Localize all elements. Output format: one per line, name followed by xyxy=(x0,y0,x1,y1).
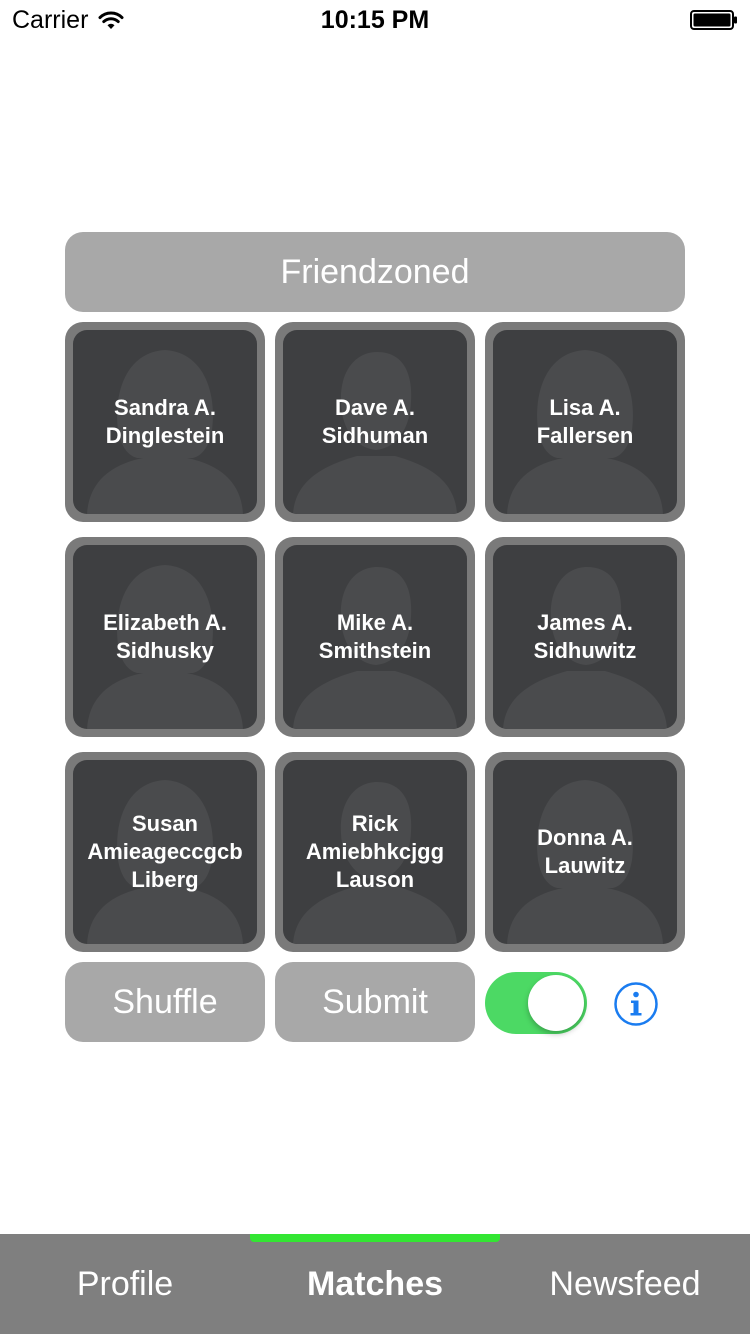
match-card[interactable]: Sandra A. Dinglestein xyxy=(65,322,265,522)
match-name: Susan Amieageccgcb Liberg xyxy=(87,811,243,892)
match-name: Rick Amiebhkcjgg Lauson xyxy=(305,811,445,892)
shuffle-button[interactable]: Shuffle xyxy=(65,962,265,1042)
status-time: 10:15 PM xyxy=(320,6,430,34)
card-inner: James A. Sidhuwitz xyxy=(493,545,677,729)
match-card[interactable]: Mike A. Smithstein xyxy=(275,537,475,737)
card-inner: Sandra A. Dinglestein xyxy=(73,330,257,514)
friendzoned-button[interactable]: Friendzoned xyxy=(65,232,685,312)
match-card[interactable]: Donna A. Lauwitz xyxy=(485,752,685,952)
tab-indicator xyxy=(250,1234,500,1242)
submit-button[interactable]: Submit xyxy=(275,962,475,1042)
battery-icon xyxy=(690,10,737,30)
match-name: Sandra A. Dinglestein xyxy=(105,395,225,448)
match-card[interactable]: Lisa A. Fallersen xyxy=(485,322,685,522)
match-card[interactable]: Rick Amiebhkcjgg Lauson xyxy=(275,752,475,952)
card-inner: Rick Amiebhkcjgg Lauson xyxy=(283,760,467,944)
match-card[interactable]: Elizabeth A. Sidhusky xyxy=(65,537,265,737)
toggle-switch[interactable] xyxy=(485,972,587,1034)
tab-profile[interactable]: Profile xyxy=(0,1254,250,1314)
match-name: Elizabeth A. Sidhusky xyxy=(103,610,227,663)
card-inner: Susan Amieageccgcb Liberg xyxy=(73,760,257,944)
match-name: James A. Sidhuwitz xyxy=(533,610,637,663)
screen: Carrier 10:15 PM Friendzoned Sandra A. D… xyxy=(0,0,750,1334)
match-name: Dave A. Sidhuman xyxy=(321,395,429,448)
match-name: Lisa A. Fallersen xyxy=(536,395,634,448)
tab-newsfeed[interactable]: Newsfeed xyxy=(500,1254,750,1314)
info-icon[interactable] xyxy=(614,982,658,1026)
card-inner: Dave A. Sidhuman xyxy=(283,330,467,514)
tab-matches[interactable]: Matches xyxy=(250,1254,500,1314)
tab-bar: Profile Matches Newsfeed xyxy=(0,1234,750,1334)
card-inner: Mike A. Smithstein xyxy=(283,545,467,729)
match-card[interactable]: James A. Sidhuwitz xyxy=(485,537,685,737)
toggle-knob xyxy=(528,975,584,1031)
card-inner: Elizabeth A. Sidhusky xyxy=(73,545,257,729)
status-bar: Carrier 10:15 PM xyxy=(0,0,750,40)
match-card[interactable]: Susan Amieageccgcb Liberg xyxy=(65,752,265,952)
match-name: Donna A. Lauwitz xyxy=(537,825,633,878)
match-name: Mike A. Smithstein xyxy=(318,610,432,663)
match-card[interactable]: Dave A. Sidhuman xyxy=(275,322,475,522)
card-inner: Lisa A. Fallersen xyxy=(493,330,677,514)
card-inner: Donna A. Lauwitz xyxy=(493,760,677,944)
